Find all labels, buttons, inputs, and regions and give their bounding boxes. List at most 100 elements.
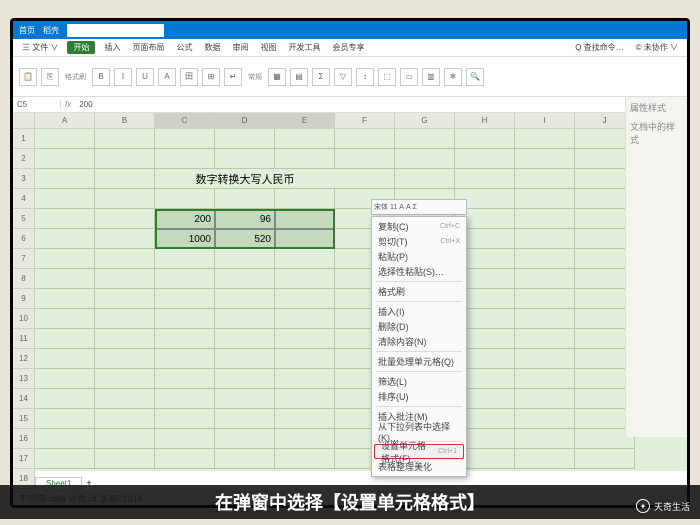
ctx-batch[interactable]: 批量处理单元格(Q) <box>372 354 466 369</box>
find-button[interactable]: 🔍 <box>466 68 484 86</box>
cond-format-button[interactable]: ▦ <box>268 68 286 86</box>
mini-toolbar[interactable]: 宋体 11 A A Σ <box>371 199 467 215</box>
row-header[interactable]: 13 <box>13 369 35 389</box>
borders-button[interactable]: 田 <box>180 68 198 86</box>
filter-button[interactable]: ▽ <box>334 68 352 86</box>
menu-review[interactable]: 审阅 <box>229 41 251 54</box>
ctx-paste[interactable]: 粘贴(P) <box>372 249 466 264</box>
ctx-paste-special[interactable]: 选择性粘贴(S)… <box>372 264 466 279</box>
heading-cell: 数字转换大写人民币 <box>155 169 335 189</box>
row-header[interactable]: 4 <box>13 189 35 209</box>
cell-e5[interactable] <box>275 209 335 229</box>
side-panel: 属性样式 文档中的样式 <box>625 97 687 437</box>
row-header[interactable]: 7 <box>13 249 35 269</box>
ctx-sort[interactable]: 排序(U) <box>372 389 466 404</box>
titlebar-doc[interactable]: 新建 XLSX 工作表.xlsx <box>67 24 164 37</box>
col-header[interactable]: I <box>515 113 575 129</box>
menu-insert[interactable]: 插入 <box>101 41 123 54</box>
freeze-button[interactable]: ❄ <box>444 68 462 86</box>
col-header[interactable]: G <box>395 113 455 129</box>
cell-c6[interactable]: 1000 <box>155 229 215 249</box>
wrap-button[interactable]: ↵ <box>224 68 242 86</box>
row-header[interactable]: 8 <box>13 269 35 289</box>
ctx-dropdown[interactable]: 从下拉列表中选择(K)… <box>372 424 466 439</box>
col-headers: A B C D E F G H I J <box>35 113 687 129</box>
number-format[interactable]: 常规 <box>246 72 264 82</box>
watermark-icon: ✦ <box>636 499 650 513</box>
context-menu: 复制(C)Ctrl+C 剪切(T)Ctrl+X 粘贴(P) 选择性粘贴(S)… … <box>371 216 467 477</box>
titlebar-home[interactable]: 首页 <box>19 25 35 36</box>
table-style-button[interactable]: ▤ <box>290 68 308 86</box>
font-color-button[interactable]: A <box>158 68 176 86</box>
formula-value[interactable]: 200 <box>75 100 96 109</box>
menu-dev[interactable]: 开发工具 <box>285 41 323 54</box>
select-all[interactable] <box>13 113 35 129</box>
menu-layout[interactable]: 页面布局 <box>129 41 167 54</box>
row-header[interactable]: 6 <box>13 229 35 249</box>
ctx-cut[interactable]: 剪切(T)Ctrl+X <box>372 234 466 249</box>
ctx-delete[interactable]: 删除(D) <box>372 319 466 334</box>
row-header[interactable]: 12 <box>13 349 35 369</box>
row-header[interactable]: 14 <box>13 389 35 409</box>
sort-button[interactable]: ↕ <box>356 68 374 86</box>
ctx-beautify[interactable]: 表格整理美化 <box>372 459 466 474</box>
titlebar-tab[interactable]: 稻壳 <box>43 25 59 36</box>
col-header[interactable]: C <box>155 113 215 129</box>
row-header[interactable]: 3 <box>13 169 35 189</box>
sum-button[interactable]: Σ <box>312 68 330 86</box>
menu-start[interactable]: 开始 <box>67 41 95 54</box>
menu-find[interactable]: Q 查找命令… <box>572 41 626 54</box>
col-header[interactable]: A <box>35 113 95 129</box>
cell-d5[interactable]: 96 <box>215 209 275 229</box>
ctx-copy[interactable]: 复制(C)Ctrl+C <box>372 219 466 234</box>
underline-button[interactable]: U <box>136 68 154 86</box>
col-header[interactable]: E <box>275 113 335 129</box>
row-header[interactable]: 10 <box>13 309 35 329</box>
ctx-filter[interactable]: 筛选(L) <box>372 374 466 389</box>
format-painter[interactable]: 格式刷 <box>63 72 88 82</box>
row-header[interactable]: 16 <box>13 429 35 449</box>
ctx-clear[interactable]: 清除内容(N) <box>372 334 466 349</box>
mini-size[interactable]: 11 <box>390 204 397 211</box>
fx-icon[interactable]: fx <box>61 100 75 109</box>
ctx-format-cells[interactable]: 设置单元格格式(F)…Ctrl+1 <box>374 444 464 459</box>
col-header[interactable]: F <box>335 113 395 129</box>
col-header[interactable]: H <box>455 113 515 129</box>
mini-a1[interactable]: A <box>399 204 404 211</box>
sheet-button[interactable]: ▥ <box>422 68 440 86</box>
spreadsheet-grid[interactable]: 1 2 3 4 5 6 7 8 9 10 11 12 13 14 15 16 1… <box>13 113 687 471</box>
col-header[interactable]: B <box>95 113 155 129</box>
col-header[interactable]: D <box>215 113 275 129</box>
ctx-format-painter[interactable]: 格式刷 <box>372 284 466 299</box>
mini-sum[interactable]: Σ <box>413 204 417 211</box>
mini-a2[interactable]: A <box>406 204 411 211</box>
mini-font[interactable]: 宋体 <box>374 202 388 212</box>
formula-bar: C5 fx 200 <box>13 97 687 113</box>
ribbon: 📋 ⎘ 格式刷 B I U A 田 ⊞ ↵ 常规 ▦ ▤ Σ ▽ ↕ ⬚ ▭ ▥… <box>13 57 687 97</box>
ctx-insert[interactable]: 插入(I) <box>372 304 466 319</box>
cell-e6[interactable] <box>275 229 335 249</box>
menu-formula[interactable]: 公式 <box>173 41 195 54</box>
format-button[interactable]: ⬚ <box>378 68 396 86</box>
row-header[interactable]: 9 <box>13 289 35 309</box>
row-header[interactable]: 11 <box>13 329 35 349</box>
copy-button[interactable]: ⎘ <box>41 68 59 86</box>
name-box[interactable]: C5 <box>13 100 61 109</box>
menu-view[interactable]: 视图 <box>257 41 279 54</box>
rowcol-button[interactable]: ▭ <box>400 68 418 86</box>
menu-data[interactable]: 数据 <box>201 41 223 54</box>
row-header[interactable]: 15 <box>13 409 35 429</box>
row-header[interactable]: 17 <box>13 449 35 469</box>
cell-c5[interactable]: 200 <box>155 209 215 229</box>
italic-button[interactable]: I <box>114 68 132 86</box>
bold-button[interactable]: B <box>92 68 110 86</box>
menu-coop[interactable]: © 未协作 ∨ <box>633 41 681 54</box>
cell-d6[interactable]: 520 <box>215 229 275 249</box>
paste-button[interactable]: 📋 <box>19 68 37 86</box>
row-header[interactable]: 1 <box>13 129 35 149</box>
row-header[interactable]: 5 <box>13 209 35 229</box>
row-header[interactable]: 2 <box>13 149 35 169</box>
merge-button[interactable]: ⊞ <box>202 68 220 86</box>
file-menu[interactable]: 三 文件 ∨ <box>19 41 61 54</box>
menu-vip[interactable]: 会员专享 <box>329 41 367 54</box>
